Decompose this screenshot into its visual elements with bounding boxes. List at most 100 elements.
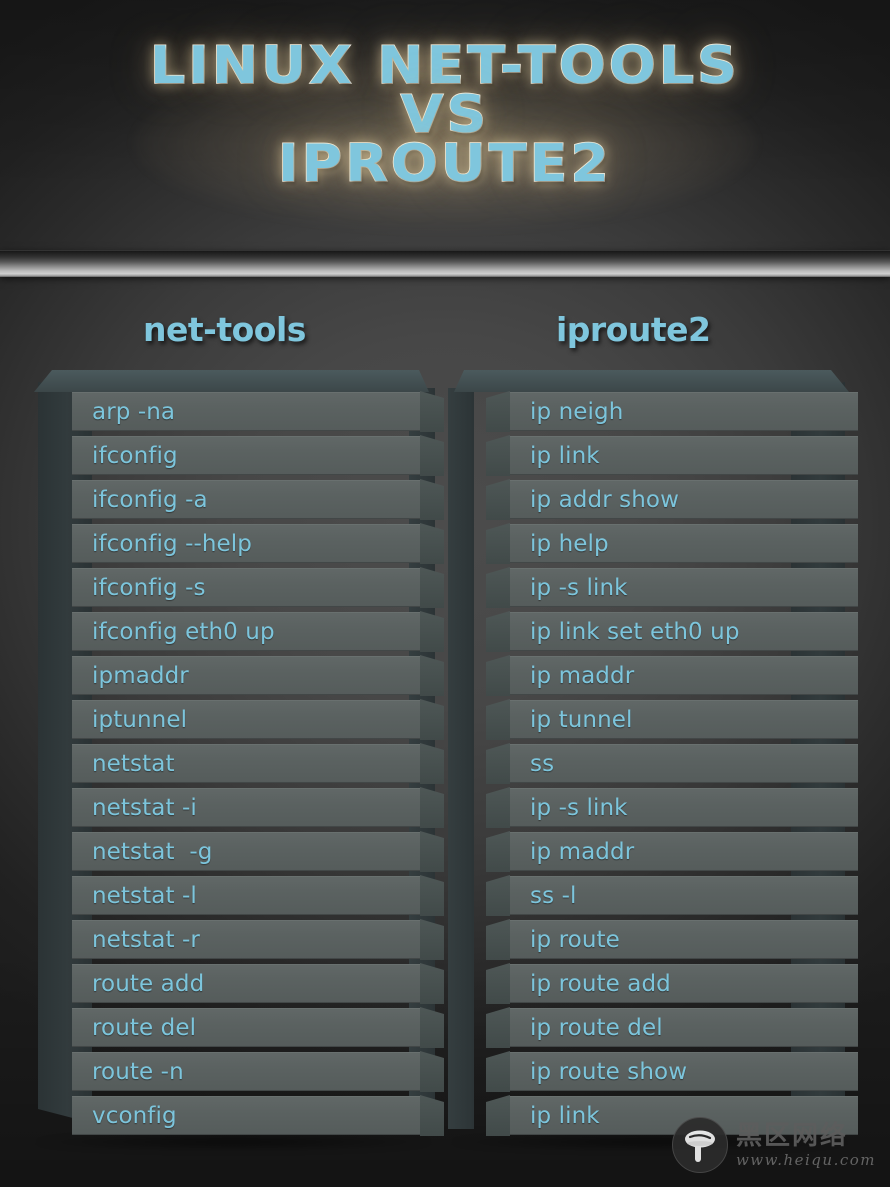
command-row[interactable]: netstat -r — [72, 918, 444, 962]
command-label: ip link — [530, 443, 600, 469]
command-row[interactable]: route add — [72, 962, 444, 1006]
command-label: route del — [92, 1015, 197, 1041]
mushroom-icon — [684, 1130, 715, 1162]
command-row[interactable]: ss — [486, 742, 858, 786]
title-line-2: VS — [400, 84, 490, 145]
command-label: ip maddr — [530, 839, 635, 865]
row-bevel — [486, 831, 510, 872]
row-bevel — [420, 875, 444, 916]
command-label: netstat — [92, 751, 175, 777]
chrome-divider — [0, 250, 890, 277]
command-label: ifconfig --help — [92, 531, 252, 557]
command-row[interactable]: ip route add — [486, 962, 858, 1006]
row-stack-iproute2: ip neigh ip link ip addr show ip help ip -s … — [486, 390, 858, 1138]
command-label: arp -na — [92, 399, 176, 425]
command-label: ifconfig eth0 up — [92, 619, 275, 645]
row-bevel — [486, 875, 510, 916]
row-bevel — [486, 611, 510, 652]
row-bevel — [420, 1095, 444, 1136]
title-line-3: IPROUTE2 — [277, 133, 612, 194]
row-bevel — [420, 1007, 444, 1048]
command-row[interactable]: ip maddr — [486, 830, 858, 874]
command-label: netstat -g — [92, 839, 213, 865]
command-row[interactable]: ip maddr — [486, 654, 858, 698]
command-row[interactable]: ip -s link — [486, 786, 858, 830]
watermark-text: 黑区网络 www.heiqu.com — [736, 1123, 876, 1168]
row-bevel — [486, 699, 510, 740]
command-row[interactable]: ifconfig eth0 up — [72, 610, 444, 654]
row-bevel — [420, 479, 444, 520]
poster-title: LINUX NET-TOOLS VS IPROUTE2 — [0, 39, 890, 194]
panel-net-tools: arp -na ifconfig ifconfig -a ifconfig --hel… — [20, 370, 444, 1151]
command-row[interactable]: ifconfig — [72, 434, 444, 478]
command-label: ip addr show — [530, 487, 680, 513]
command-label: netstat -l — [92, 883, 197, 909]
command-label: ip maddr — [530, 663, 635, 689]
row-bevel — [486, 523, 510, 564]
row-bevel — [486, 919, 510, 960]
command-label: ifconfig -a — [92, 487, 208, 513]
command-label: ifconfig -s — [92, 575, 206, 601]
panel-top-cap — [454, 370, 849, 392]
watermark-url: www.heiqu.com — [735, 1150, 876, 1169]
command-row[interactable]: ip help — [486, 522, 858, 566]
command-row[interactable]: ifconfig --help — [72, 522, 444, 566]
command-row[interactable]: ip link set eth0 up — [486, 610, 858, 654]
command-label: route add — [92, 971, 205, 997]
column-headers: net-tools iproute2 — [0, 310, 890, 362]
command-row[interactable]: ss -l — [486, 874, 858, 918]
panel-side-wall-far — [448, 388, 474, 1129]
command-row[interactable]: netstat -g — [72, 830, 444, 874]
row-face — [510, 744, 858, 783]
command-row[interactable]: ip link — [486, 434, 858, 478]
command-label: ip route add — [530, 971, 671, 997]
row-bevel — [486, 1007, 510, 1048]
command-row[interactable]: netstat -i — [72, 786, 444, 830]
column-header-iproute2: iproute2 — [556, 310, 711, 349]
command-label: ip link set eth0 up — [530, 619, 740, 645]
row-bevel — [420, 963, 444, 1004]
row-bevel — [486, 1051, 510, 1092]
row-bevel — [486, 435, 510, 476]
command-label: ip route show — [530, 1059, 688, 1085]
row-bevel — [420, 435, 444, 476]
command-row[interactable]: ip addr show — [486, 478, 858, 522]
command-row[interactable]: ip route del — [486, 1006, 858, 1050]
watermark-badge — [671, 1117, 728, 1173]
command-row[interactable]: ip route show — [486, 1050, 858, 1094]
command-label: iptunnel — [92, 707, 188, 733]
command-row[interactable]: netstat -l — [72, 874, 444, 918]
row-bevel — [420, 1051, 444, 1092]
command-row[interactable]: route -n — [72, 1050, 444, 1094]
command-row[interactable]: vconfig — [72, 1094, 444, 1138]
command-row[interactable]: iptunnel — [72, 698, 444, 742]
command-row[interactable]: netstat — [72, 742, 444, 786]
row-bevel — [420, 743, 444, 784]
command-row[interactable]: ifconfig -s — [72, 566, 444, 610]
command-row[interactable]: ifconfig -a — [72, 478, 444, 522]
row-bevel — [420, 919, 444, 960]
row-bevel — [486, 787, 510, 828]
command-row[interactable]: ip neigh — [486, 390, 858, 434]
command-label: ip -s link — [530, 795, 628, 821]
command-row[interactable]: ip -s link — [486, 566, 858, 610]
row-bevel — [420, 611, 444, 652]
row-bevel — [486, 479, 510, 520]
command-row[interactable]: ipmaddr — [72, 654, 444, 698]
row-bevel — [420, 787, 444, 828]
row-bevel — [486, 655, 510, 696]
command-label: ip help — [530, 531, 609, 557]
row-bevel — [420, 567, 444, 608]
command-row[interactable]: ip route — [486, 918, 858, 962]
command-label: ifconfig — [92, 443, 178, 469]
command-row[interactable]: route del — [72, 1006, 444, 1050]
command-row[interactable]: arp -na — [72, 390, 444, 434]
row-bevel — [486, 567, 510, 608]
command-label: netstat -i — [92, 795, 197, 821]
row-bevel — [420, 391, 444, 432]
command-row[interactable]: ip tunnel — [486, 698, 858, 742]
row-bevel — [486, 1095, 510, 1136]
watermark: 黑区网络 www.heiqu.com — [671, 1113, 876, 1177]
command-label: ip link — [530, 1103, 600, 1129]
command-label: ss -l — [530, 883, 577, 909]
